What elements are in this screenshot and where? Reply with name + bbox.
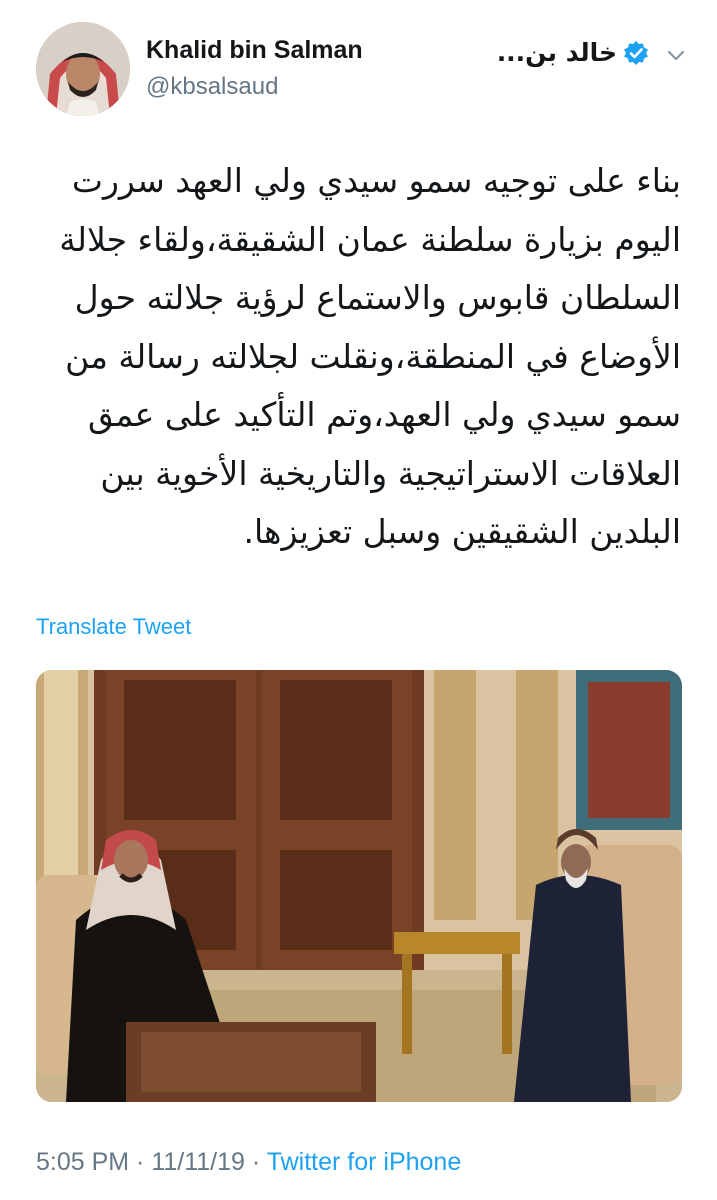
tweet-header: Khalid bin Salman @kbsalsaud خالد بن... (0, 0, 717, 140)
tweet-meta: 5:05 PM · 11/11/19 · Twitter for iPhone (36, 1148, 461, 1177)
tweet-line: السلطان قابوس والاستماع لرؤية جلالته حول (74, 278, 681, 317)
meta-separator: · (244, 1148, 267, 1176)
tweet-photo[interactable] (36, 670, 682, 1102)
tweet-line: البلدين الشقيقين وسبل تعزيزها. (243, 512, 681, 551)
tweet-line: بناء على توجيه سمو سيدي ولي العهد سررت (71, 161, 681, 200)
author-arabic-name[interactable]: خالد بن... (497, 38, 617, 67)
verified-badge-icon (624, 41, 648, 65)
tweet-photo-image (36, 670, 682, 1102)
tweet-line: العلاقات الاستراتيجية والتاريخية الأخوية… (100, 453, 681, 493)
avatar[interactable] (36, 22, 130, 116)
avatar-image (36, 22, 130, 116)
tweet-line: اليوم بزيارة سلطنة عمان الشقيقة،ولقاء جل… (59, 219, 681, 259)
tweet-time[interactable]: 5:05 PM (36, 1148, 129, 1176)
tweet-line: الأوضاع في المنطقة،ونقلت لجلالته رسالة م… (65, 336, 681, 376)
tweet-text: بناء على توجيه سمو سيدي ولي العهد سررت ا… (36, 152, 681, 562)
author-handle[interactable]: @kbsalsaud (146, 73, 278, 101)
tweet-date[interactable]: 11/11/19 (151, 1148, 245, 1176)
translate-tweet-link[interactable]: Translate Tweet (36, 614, 191, 640)
tweet-line: سمو سيدي ولي العهد،وتم التأكيد على عمق (87, 395, 681, 434)
meta-separator: · (129, 1148, 152, 1176)
chevron-down-icon[interactable] (665, 44, 687, 66)
tweet-source-link[interactable]: Twitter for iPhone (267, 1148, 462, 1176)
author-display-name[interactable]: Khalid bin Salman (146, 36, 363, 65)
